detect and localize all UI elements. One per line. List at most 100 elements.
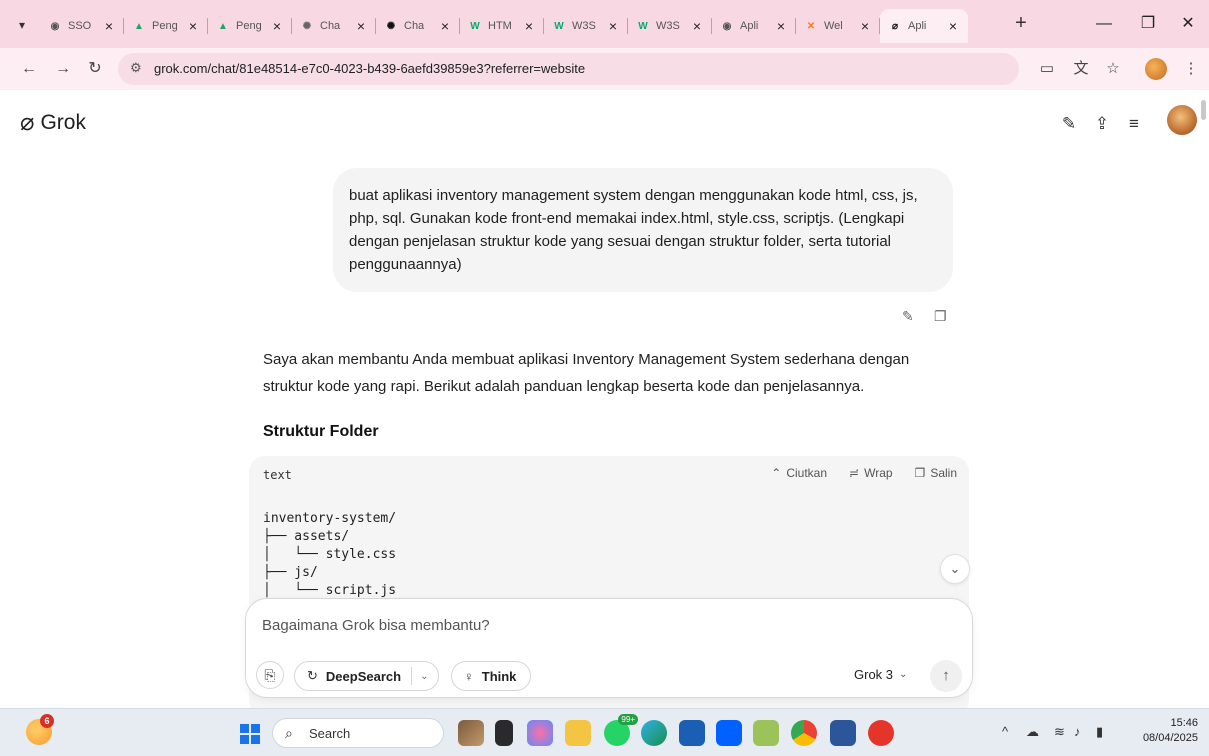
copy-code-button[interactable]: ❐ Salin (915, 466, 957, 480)
forward-button[interactable]: → (52, 58, 74, 80)
close-window-button[interactable]: ✕ (1176, 12, 1200, 36)
volume-icon[interactable]: ♪ (1074, 724, 1081, 739)
search-icon: ⌕ (285, 725, 293, 741)
tab-title: W3S (656, 20, 680, 32)
code-language: text (263, 468, 292, 482)
taskbar-clock[interactable]: 15:46 08/04/2025 (1134, 716, 1198, 746)
copy-icon: ❐ (914, 466, 926, 480)
code-tools: ⌃ Ciutkan ≓ Wrap ❐ Salin (771, 466, 957, 480)
close-tab-icon[interactable]: × (606, 18, 620, 34)
close-tab-icon[interactable]: × (102, 18, 116, 34)
browser-tab[interactable]: W W3S × (544, 9, 628, 43)
share-icon[interactable]: ⇪ (1090, 112, 1114, 136)
whatsapp-icon[interactable] (604, 714, 638, 746)
reload-button[interactable]: ↻ (84, 58, 106, 80)
cast-icon[interactable]: ▭ (1036, 58, 1058, 80)
word-icon[interactable] (830, 720, 856, 746)
bing-widget-icon[interactable] (458, 720, 484, 746)
browser-tab[interactable]: W W3S × (628, 9, 712, 43)
close-tab-icon[interactable]: × (946, 18, 960, 34)
tray-overflow-icon[interactable]: ^ (1002, 724, 1008, 739)
close-tab-icon[interactable]: × (774, 18, 788, 34)
taskbar-search[interactable]: ⌕ Search (272, 718, 444, 748)
tab-search-chevron-icon[interactable]: ▾ (10, 13, 34, 37)
tab-title: Apli (908, 20, 927, 32)
collapse-label: Ciutkan (786, 466, 828, 480)
back-button[interactable]: ← (18, 58, 40, 80)
model-selector[interactable]: Grok 3 ⌄ (854, 667, 907, 682)
attach-button[interactable]: ⎘ (256, 661, 284, 689)
browser-tab[interactable]: ⌀ Apli × (880, 9, 968, 43)
browser-tab[interactable]: ◉ SSO × (40, 9, 124, 43)
site-info-icon[interactable]: ⚙ (130, 60, 142, 76)
message-input[interactable] (262, 617, 862, 634)
google-drive-icon: ▲ (218, 20, 228, 32)
grok-icon: ⌀ (891, 20, 899, 32)
close-tab-icon[interactable]: × (522, 18, 536, 34)
tab-list: ◉ SSO × ▲ Peng × ▲ Peng × ✺ Cha × ✺ Cha × W HTM × W W3S × W W3… (40, 9, 968, 43)
browser-tab[interactable]: ✕ Wel × (796, 9, 880, 43)
copy-message-icon[interactable]: ❐ (934, 308, 947, 325)
copilot-icon[interactable] (527, 720, 553, 746)
history-icon[interactable]: ≡ (1122, 112, 1146, 136)
think-button[interactable]: ♀ Think (451, 661, 532, 691)
deepsearch-chevron-icon[interactable]: ⌄ (420, 671, 428, 682)
w3schools-icon: W (638, 20, 648, 32)
wps-icon[interactable] (868, 720, 894, 746)
edit-icon[interactable]: ✎ (1057, 112, 1081, 136)
user-avatar[interactable] (1167, 105, 1197, 135)
browser-tab[interactable]: ▲ Peng × (208, 9, 292, 43)
address-bar[interactable]: ⚙ grok.com/chat/81e48514-e7c0-4023-b439-… (118, 53, 1019, 85)
page-scrollbar[interactable] (1201, 100, 1206, 120)
think-icon: ♀ (464, 668, 474, 684)
file-explorer-icon[interactable] (565, 720, 591, 746)
xampp-icon: ✕ (806, 20, 816, 32)
user-message-text: buat aplikasi inventory management syste… (349, 187, 918, 273)
browser-tab[interactable]: ✺ Cha × (292, 9, 376, 43)
edge-icon[interactable] (641, 720, 667, 746)
chrome-icon[interactable] (791, 720, 817, 746)
dropbox-icon[interactable] (716, 720, 742, 746)
browser-profile-avatar[interactable] (1145, 58, 1167, 80)
battery-icon[interactable]: ▮ (1096, 724, 1103, 740)
grok-logo[interactable]: ⌀ Grok (20, 108, 86, 137)
address-url: grok.com/chat/81e48514-e7c0-4023-b439-6a… (154, 61, 586, 76)
restore-button[interactable]: ❐ (1136, 12, 1160, 36)
close-tab-icon[interactable]: × (858, 18, 872, 34)
clock-date: 08/04/2025 (1142, 732, 1198, 744)
close-tab-icon[interactable]: × (186, 18, 200, 34)
browser-tab[interactable]: ◉ Apli × (712, 9, 796, 43)
new-tab-button[interactable]: + (1010, 13, 1032, 35)
notepad-icon[interactable] (753, 720, 779, 746)
collapse-button[interactable]: ⌃ Ciutkan (771, 466, 827, 480)
browser-tab[interactable]: ✺ Cha × (376, 9, 460, 43)
close-tab-icon[interactable]: × (270, 18, 284, 34)
wrap-button[interactable]: ≓ Wrap (849, 466, 893, 480)
close-tab-icon[interactable]: × (354, 18, 368, 34)
grok-page: ⌀ Grok ✎ ⇪ ≡ buat aplikasi inventory man… (0, 90, 1209, 708)
windows-start-icon[interactable] (240, 724, 260, 744)
browser-menu-icon[interactable]: ⋮ (1180, 58, 1202, 80)
scroll-down-button[interactable]: ⌄ (940, 554, 970, 584)
browser-tab[interactable]: ▲ Peng × (124, 9, 208, 43)
tab-title: Peng (236, 20, 262, 32)
wifi-icon[interactable]: ≋ (1054, 724, 1065, 740)
send-button[interactable]: ↑ (930, 660, 962, 692)
translate-icon[interactable]: 文 (1070, 58, 1092, 80)
browser-toolbar: ← → ↻ ⚙ grok.com/chat/81e48514-e7c0-4023… (0, 48, 1209, 90)
bookmark-star-icon[interactable]: ☆ (1102, 58, 1124, 80)
edit-message-icon[interactable]: ✎ (902, 308, 914, 325)
code-line: ├── assets/ (263, 529, 350, 544)
onedrive-icon[interactable]: ☁ (1026, 724, 1039, 740)
close-tab-icon[interactable]: × (438, 18, 452, 34)
close-tab-icon[interactable]: × (690, 18, 704, 34)
task-view-icon[interactable] (495, 720, 513, 746)
windows-taskbar: 6 ⌕ Search ^ ☁ ≋ ♪ ▮ 15:46 08/04/2025 (0, 708, 1209, 756)
deepsearch-button[interactable]: ↻ DeepSearch ⌄ (294, 661, 440, 691)
clock-time: 15:46 (1170, 717, 1198, 729)
code-content: inventory-system/ ├── assets/ │ └── style.… (263, 510, 396, 600)
browser-tab[interactable]: W HTM × (460, 9, 544, 43)
store-icon[interactable] (679, 720, 705, 746)
minimize-button[interactable]: — (1092, 12, 1116, 36)
tab-title: Cha (404, 20, 425, 32)
